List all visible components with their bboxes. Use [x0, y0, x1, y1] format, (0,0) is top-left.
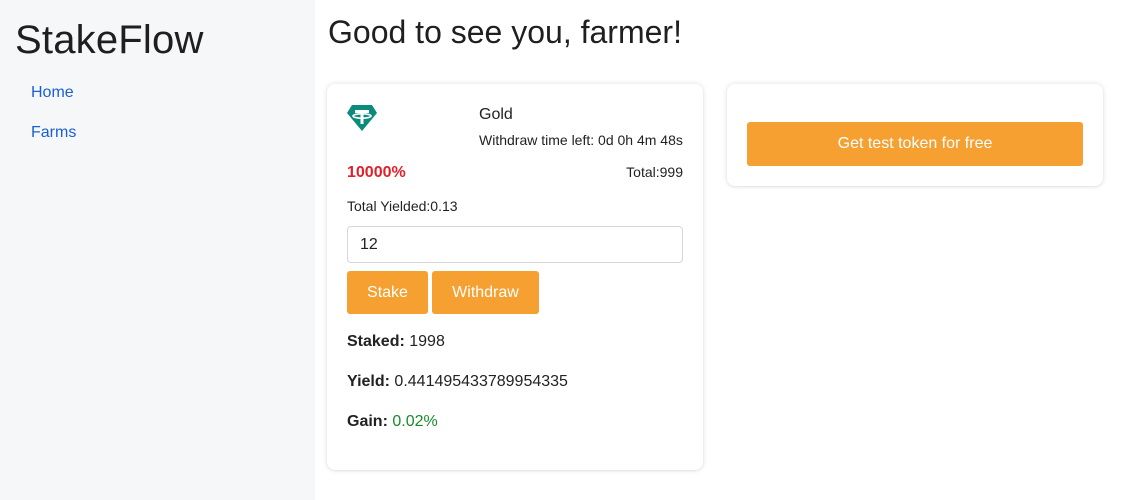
stake-amount-input[interactable] — [347, 226, 683, 263]
staked-value: 1998 — [409, 333, 445, 350]
pool-total: Total:999 — [626, 164, 683, 180]
total-yielded-label: Total Yielded: — [347, 198, 431, 214]
sidebar: StakeFlow Home Farms — [0, 0, 315, 500]
staked-stat: Staked: 1998 — [347, 333, 445, 351]
yield-label: Yield: — [347, 373, 390, 390]
stake-button[interactable]: Stake — [347, 271, 428, 314]
gain-stat: Gain: 0.02% — [347, 413, 438, 431]
page-title: Good to see you, farmer! — [328, 14, 682, 50]
faucet-card: Get test token for free — [727, 84, 1103, 186]
nav-link-farms[interactable]: Farms — [31, 124, 76, 142]
staked-label: Staked: — [347, 333, 405, 350]
apy-percent: 10000% — [347, 164, 406, 181]
withdraw-time-value: 0d 0h 4m 48s — [598, 132, 683, 148]
total-yielded-value: 0.13 — [430, 198, 458, 214]
pool-total-value: 999 — [659, 164, 683, 180]
yield-value: 0.441495433789954335 — [394, 373, 568, 390]
nav-link-home[interactable]: Home — [31, 84, 74, 102]
get-test-token-button[interactable]: Get test token for free — [747, 122, 1083, 166]
gain-value: 0.02% — [392, 413, 438, 430]
yield-stat: Yield: 0.441495433789954335 — [347, 373, 568, 391]
gain-label: Gain: — [347, 413, 388, 430]
brand-title: StakeFlow — [15, 18, 204, 62]
farm-card: Gold Withdraw time left: 0d 0h 4m 48s 10… — [327, 84, 703, 470]
farm-token-name: Gold — [479, 106, 513, 123]
pool-total-label: Total: — [626, 164, 660, 180]
withdraw-button[interactable]: Withdraw — [432, 271, 539, 314]
withdraw-time-left: Withdraw time left: 0d 0h 4m 48s — [479, 132, 683, 148]
tether-token-icon — [347, 105, 377, 131]
total-yielded: Total Yielded:0.13 — [347, 198, 458, 214]
withdraw-time-label: Withdraw time left: — [479, 132, 595, 148]
